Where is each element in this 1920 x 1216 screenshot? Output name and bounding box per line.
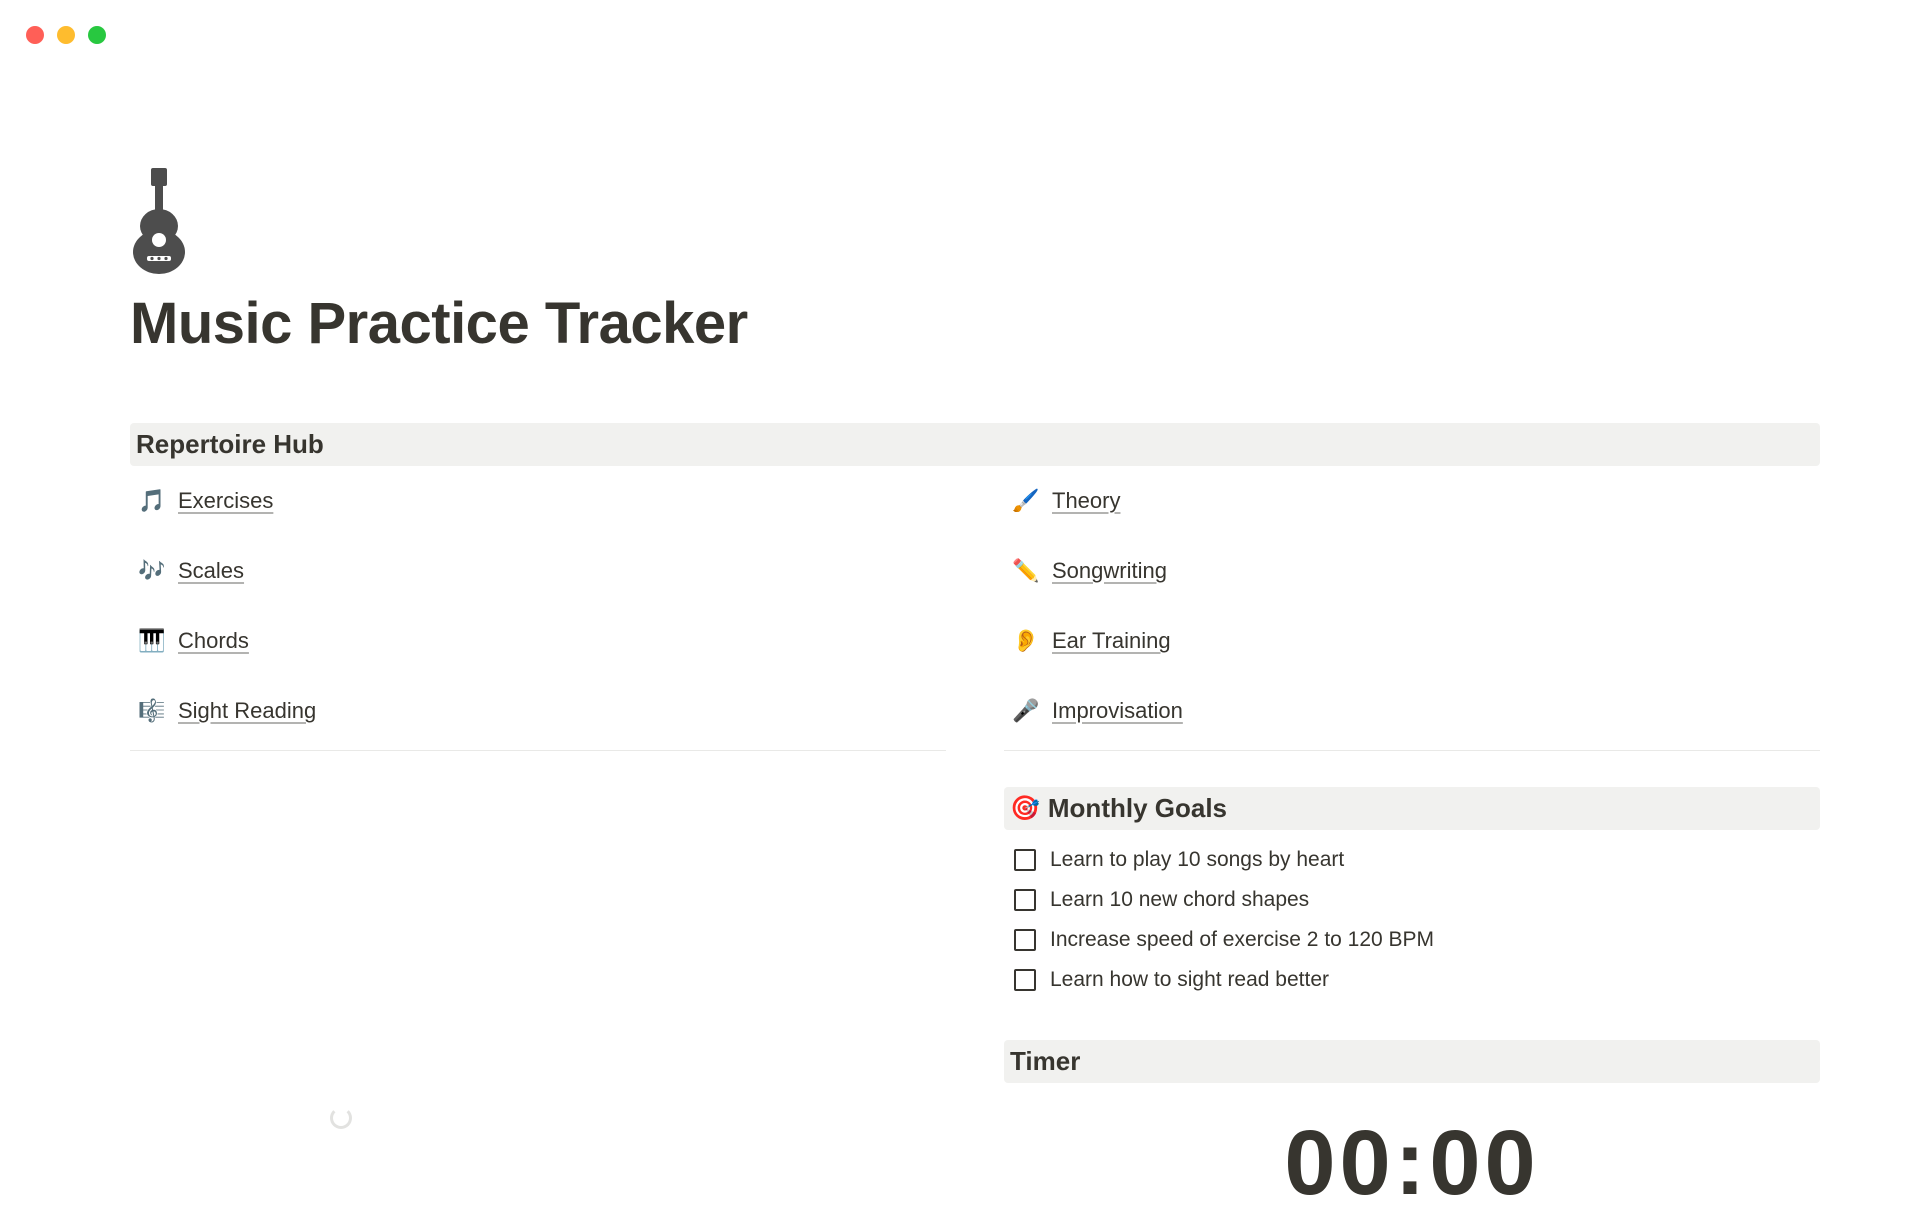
repertoire-left-column: 🎵 Exercises 🎶 Scales 🎹 Chords 🎼 Sight Reading — [130, 466, 946, 1216]
repertoire-link-label[interactable]: Chords — [178, 628, 249, 654]
divider — [1004, 750, 1820, 751]
goal-checkbox[interactable] — [1014, 889, 1036, 911]
page-content: Music Practice Tracker Repertoire Hub 🎵 E… — [130, 168, 1820, 1216]
page-icon-guitar[interactable] — [130, 168, 1820, 276]
divider — [130, 750, 946, 751]
repertoire-link-improvisation[interactable]: 🎤 Improvisation — [1004, 676, 1820, 746]
brush-icon: 🖌️ — [1014, 489, 1038, 513]
repertoire-link-exercises[interactable]: 🎵 Exercises — [130, 466, 946, 536]
repertoire-link-label[interactable]: Improvisation — [1052, 698, 1183, 724]
close-window-button[interactable] — [26, 26, 44, 44]
repertoire-link-label[interactable]: Ear Training — [1052, 628, 1171, 654]
repertoire-link-chords[interactable]: 🎹 Chords — [130, 606, 946, 676]
loading-spinner-icon — [330, 1107, 352, 1129]
timer-display: 00:00 — [1004, 1083, 1820, 1216]
repertoire-link-label[interactable]: Exercises — [178, 488, 273, 514]
ear-icon: 👂 — [1014, 629, 1038, 653]
repertoire-columns: 🎵 Exercises 🎶 Scales 🎹 Chords 🎼 Sight Reading 🖌… — [130, 466, 1820, 1216]
repertoire-link-label[interactable]: Theory — [1052, 488, 1120, 514]
window-controls — [26, 26, 106, 44]
page-title: Music Practice Tracker — [130, 290, 1820, 357]
guitar-icon — [130, 168, 188, 276]
goal-item: Learn to play 10 songs by heart — [1014, 840, 1814, 880]
microphone-icon: 🎤 — [1014, 699, 1038, 723]
goal-checkbox[interactable] — [1014, 969, 1036, 991]
goal-item: Learn 10 new chord shapes — [1014, 880, 1814, 920]
monthly-goals-header: 🎯 Monthly Goals — [1004, 787, 1820, 830]
goal-checkbox[interactable] — [1014, 929, 1036, 951]
goal-label: Learn to play 10 songs by heart — [1050, 848, 1344, 872]
goals-list: Learn to play 10 songs by heart Learn 10 … — [1004, 830, 1820, 1004]
monthly-goals-section: 🎯 Monthly Goals Learn to play 10 songs b… — [1004, 787, 1820, 1004]
goal-label: Learn how to sight read better — [1050, 968, 1329, 992]
music-notes-icon: 🎶 — [140, 559, 164, 583]
goal-item: Increase speed of exercise 2 to 120 BPM — [1014, 920, 1814, 960]
piano-icon: 🎹 — [140, 629, 164, 653]
music-note-icon: 🎵 — [140, 489, 164, 513]
repertoire-link-scales[interactable]: 🎶 Scales — [130, 536, 946, 606]
goal-label: Increase speed of exercise 2 to 120 BPM — [1050, 928, 1434, 952]
repertoire-link-sight-reading[interactable]: 🎼 Sight Reading — [130, 676, 946, 746]
zoom-window-button[interactable] — [88, 26, 106, 44]
repertoire-link-ear-training[interactable]: 👂 Ear Training — [1004, 606, 1820, 676]
musical-score-icon: 🎼 — [140, 699, 164, 723]
minimize-window-button[interactable] — [57, 26, 75, 44]
repertoire-right-column: 🖌️ Theory ✏️ Songwriting 👂 Ear Training 🎤 Impro… — [1004, 466, 1820, 1216]
repertoire-link-label[interactable]: Songwriting — [1052, 558, 1167, 584]
repertoire-link-label[interactable]: Sight Reading — [178, 698, 316, 724]
goal-item: Learn how to sight read better — [1014, 960, 1814, 1000]
goal-label: Learn 10 new chord shapes — [1050, 888, 1309, 912]
monthly-goals-header-text: Monthly Goals — [1048, 793, 1227, 824]
pencil-icon: ✏️ — [1014, 559, 1038, 583]
repertoire-link-theory[interactable]: 🖌️ Theory — [1004, 466, 1820, 536]
repertoire-link-label[interactable]: Scales — [178, 558, 244, 584]
repertoire-link-songwriting[interactable]: ✏️ Songwriting — [1004, 536, 1820, 606]
goal-checkbox[interactable] — [1014, 849, 1036, 871]
timer-header: Timer — [1004, 1040, 1820, 1083]
target-icon: 🎯 — [1010, 794, 1040, 823]
timer-section: Timer 00:00 — [1004, 1040, 1820, 1216]
repertoire-hub-header: Repertoire Hub — [130, 423, 1820, 466]
